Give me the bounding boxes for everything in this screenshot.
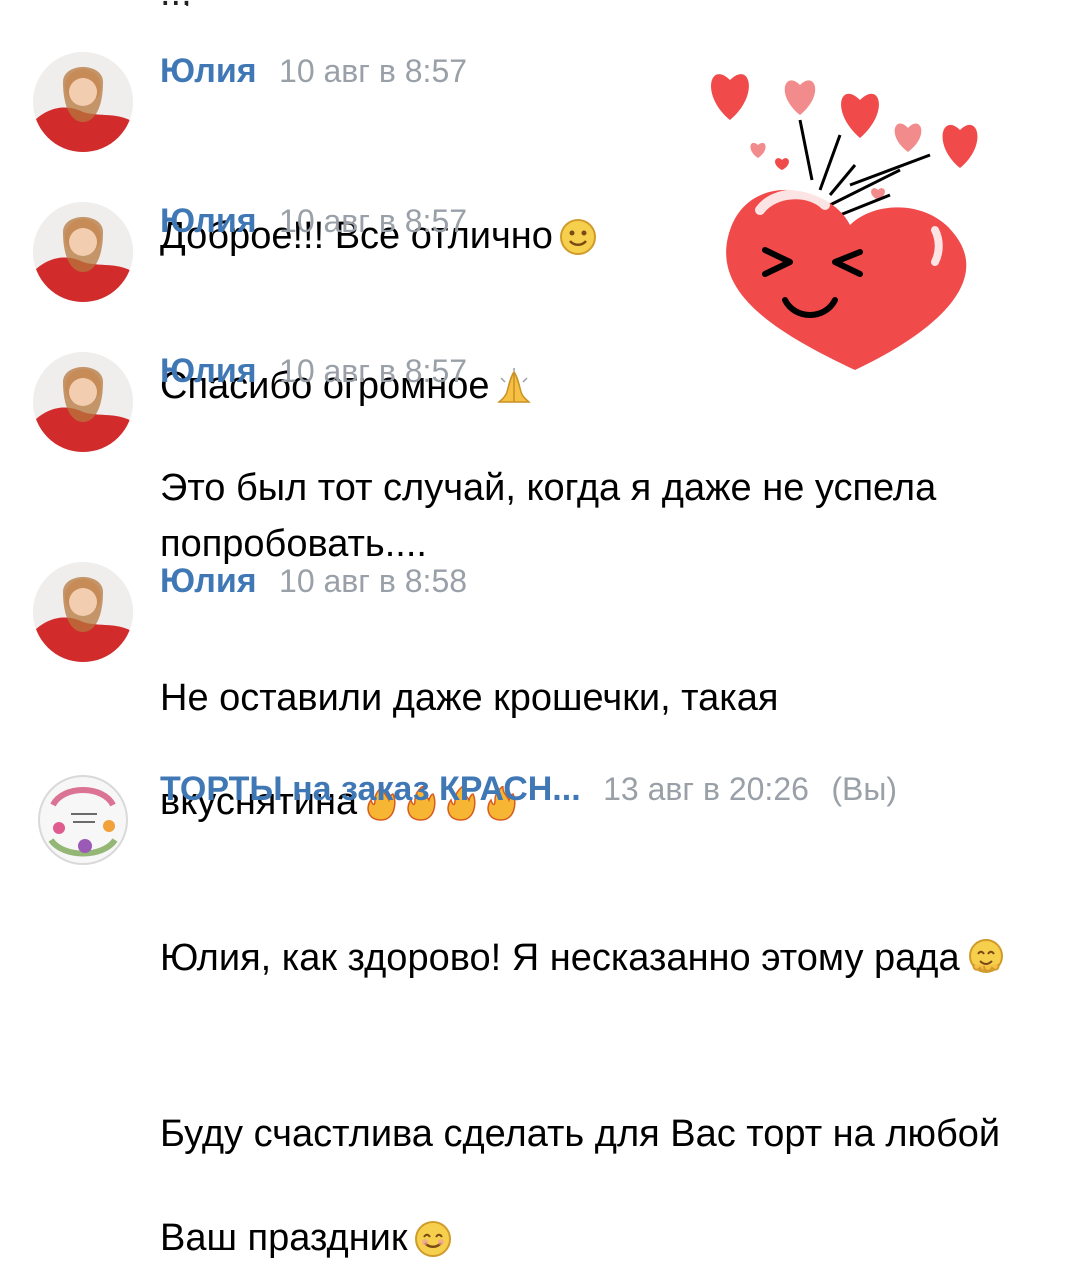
message-header: Юлия 10 авг в 8:57 (160, 52, 467, 91)
message-time[interactable]: 10 авг в 8:57 (279, 53, 467, 89)
message-text: Юлия, как здорово! Я несказанно этому ра… (160, 826, 1040, 1274)
avatar[interactable] (33, 52, 133, 152)
message-text: Доброе!!! Все отлично (160, 104, 597, 272)
author-name[interactable]: ТОРТЫ на заказ КРАСН... (160, 770, 581, 808)
avatar[interactable] (33, 202, 133, 302)
author-name[interactable]: Юлия (160, 352, 257, 390)
message-time[interactable]: 10 авг в 8:57 (279, 353, 467, 389)
smiling-face-icon (414, 1162, 452, 1274)
slightly-smiling-face-icon (559, 160, 597, 272)
message-text: Это был тот случай, когда я даже не успе… (160, 467, 937, 565)
message-text: Спасибо огромное (160, 254, 533, 422)
author-name[interactable]: Юлия (160, 52, 257, 90)
heart-sticker[interactable] (690, 40, 990, 380)
message-header: Юлия 10 авг в 8:57 (160, 352, 467, 391)
avatar[interactable] (33, 352, 133, 452)
avatar[interactable] (33, 562, 133, 662)
message-header: Юлия 10 авг в 8:58 (160, 562, 467, 601)
message-time[interactable]: 10 авг в 8:58 (279, 563, 467, 599)
message-header: Юлия 10 авг в 8:57 (160, 202, 467, 241)
previous-message-fragment: .., (160, 0, 280, 6)
message-time[interactable]: 10 авг в 8:57 (279, 203, 467, 239)
message-time[interactable]: 13 авг в 20:26 (603, 771, 809, 807)
hugging-face-icon (966, 882, 1006, 994)
author-name[interactable]: Юлия (160, 202, 257, 240)
group-avatar[interactable] (33, 770, 133, 870)
author-name[interactable]: Юлия (160, 562, 257, 600)
you-label: (Вы) (831, 771, 898, 807)
message-header: ТОРТЫ на заказ КРАСН... 13 авг в 20:26 (… (160, 770, 897, 809)
